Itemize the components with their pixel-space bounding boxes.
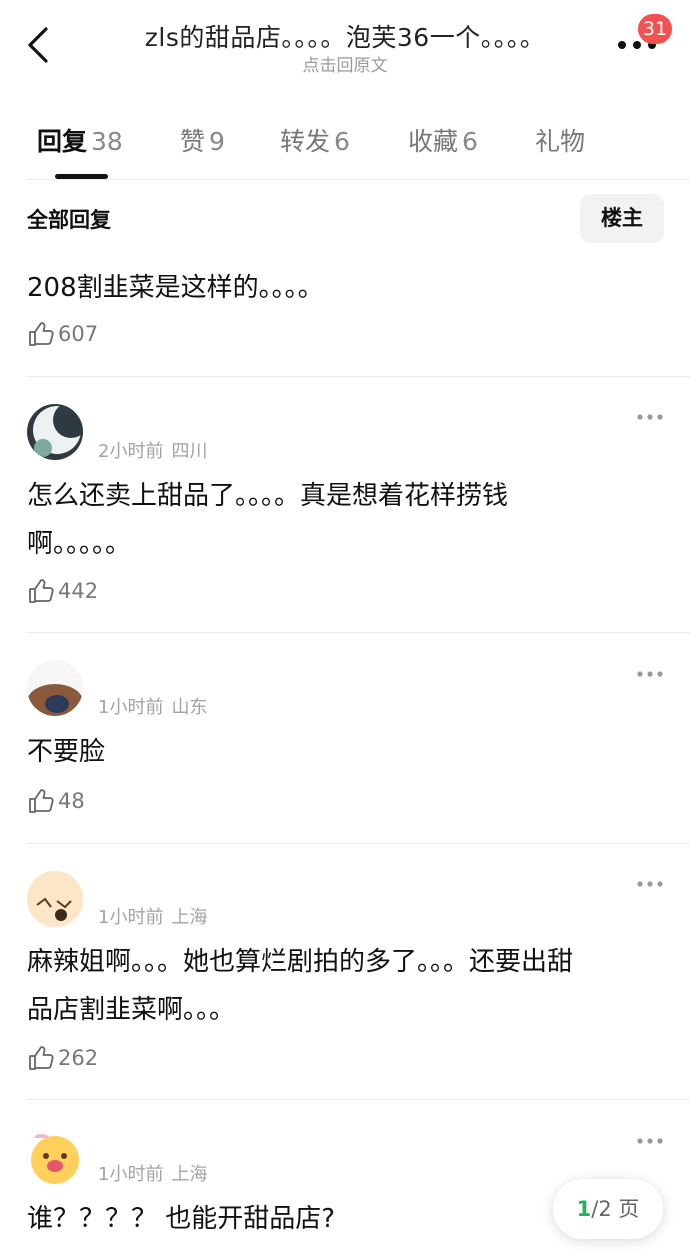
thumbs-up-icon <box>29 579 54 603</box>
comment-location: 上海 <box>171 1164 208 1185</box>
divider <box>26 1099 690 1100</box>
comment-time: 1小时前 <box>98 697 164 718</box>
tab-label: 赞 <box>180 127 206 156</box>
divider <box>26 376 690 377</box>
notification-badge: 31 <box>638 14 672 44</box>
thumbs-up-icon <box>29 1046 54 1070</box>
more-icon[interactable] <box>636 880 664 888</box>
tab-count: 9 <box>209 127 225 156</box>
like-count: 48 <box>58 789 85 813</box>
comment-line: 不要脸 <box>27 737 106 767</box>
tab-label: 礼物 <box>535 127 586 156</box>
comment-location: 上海 <box>171 907 208 928</box>
divider <box>26 179 690 180</box>
like-button[interactable]: 48 <box>27 787 85 815</box>
tab-bar: 回复 38 赞9 转发 6 收藏 6 礼物 <box>0 122 690 162</box>
post-title[interactable]: zls的甜品店。。。。泡芙36一个。。。。 <box>0 18 690 54</box>
tab-label: 转发 <box>280 127 331 156</box>
more-icon[interactable] <box>636 670 664 678</box>
comment-location: 四川 <box>171 441 208 462</box>
like-count: 607 <box>58 322 99 346</box>
like-button[interactable]: 442 <box>27 577 98 605</box>
comment-time: 1小时前 <box>98 1164 164 1185</box>
total-pages: /2 页 <box>591 1197 640 1221</box>
comment-text: 怎么还卖上甜品了。。。。真是想着花样捞钱 啊。。。。。 <box>27 472 667 568</box>
comment-time: 1小时前 <box>98 907 164 928</box>
comment-line: 品店割韭菜啊。。。 <box>27 995 236 1025</box>
comment-meta: 1小时前 山东 <box>98 693 207 719</box>
divider <box>26 632 690 633</box>
tab-replies[interactable]: 回复 38 <box>37 122 123 158</box>
avatar[interactable] <box>27 1128 83 1184</box>
comment-time: 2小时前 <box>98 441 164 462</box>
tab-count: 38 <box>91 127 123 156</box>
tab-gifts[interactable]: 礼物 <box>535 122 585 158</box>
all-replies-label: 全部回复 <box>27 208 111 232</box>
comment-meta: 2小时前 四川 <box>98 437 207 463</box>
comment-text: 麻辣姐啊。。。她也算烂剧拍的多了。。。还要出甜 品店割韭菜啊。。。 <box>27 938 667 1034</box>
current-page: 1 <box>576 1197 592 1221</box>
like-count: 262 <box>58 1046 99 1070</box>
comment-meta: 1小时前 上海 <box>98 1160 207 1186</box>
comment-text: 不要脸 <box>27 728 667 776</box>
avatar[interactable] <box>27 404 83 460</box>
tab-reposts[interactable]: 转发 6 <box>280 122 350 158</box>
comment-location: 山东 <box>171 697 208 718</box>
comment-line: 怎么还卖上甜品了。。。。真是想着花样捞钱 <box>27 481 509 511</box>
comment-line: 麻辣姐啊。。。她也算烂剧拍的多了。。。还要出甜 <box>27 947 574 977</box>
more-icon[interactable] <box>636 1137 664 1145</box>
tab-likes[interactable]: 赞9 <box>180 122 225 158</box>
like-count: 442 <box>58 579 99 603</box>
tab-label: 回复 <box>37 127 88 156</box>
like-button[interactable]: 607 <box>27 320 98 348</box>
avatar[interactable] <box>27 660 83 716</box>
back-to-original-link[interactable]: 点击回原文 <box>0 51 690 76</box>
tab-label: 收藏 <box>408 127 459 156</box>
more-icon[interactable] <box>636 413 664 421</box>
page-indicator[interactable]: 1/2 页 <box>553 1179 663 1239</box>
comment-line: 啊。。。。。 <box>27 529 132 559</box>
tab-count: 6 <box>462 127 478 156</box>
op-only-button[interactable]: 楼主 <box>580 194 664 243</box>
thumbs-up-icon <box>29 322 54 346</box>
comment-meta: 1小时前 上海 <box>98 903 207 929</box>
avatar[interactable] <box>27 871 83 927</box>
divider <box>26 843 690 844</box>
comment-text: 208割韭菜是这样的。。。。 <box>27 273 324 303</box>
tab-favorites[interactable]: 收藏 6 <box>408 122 478 158</box>
tab-count: 6 <box>334 127 350 156</box>
like-button[interactable]: 262 <box>27 1044 98 1072</box>
thumbs-up-icon <box>29 789 54 813</box>
